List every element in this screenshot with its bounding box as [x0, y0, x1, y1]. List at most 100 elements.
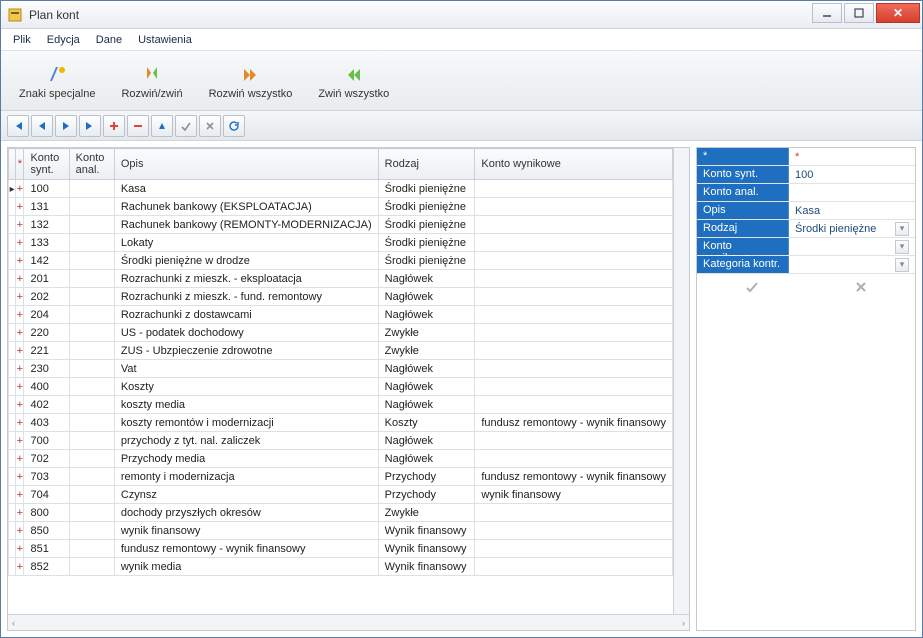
cell-konto-anal — [69, 558, 114, 576]
expand-icon[interactable]: + — [16, 270, 24, 288]
nav-add[interactable] — [103, 115, 125, 137]
prop-konto-wynikowe-value[interactable]: ▾ — [789, 238, 915, 255]
chevron-down-icon[interactable]: ▾ — [895, 240, 909, 254]
maximize-button[interactable] — [844, 3, 874, 23]
chevron-down-icon[interactable]: ▾ — [895, 258, 909, 272]
row-indicator: ▸ — [9, 180, 16, 198]
expand-icon[interactable]: + — [16, 252, 24, 270]
expand-icon[interactable]: + — [16, 522, 24, 540]
expand-icon[interactable]: + — [16, 378, 24, 396]
cell-konto-synt: 230 — [24, 360, 69, 378]
table-row[interactable]: +400KosztyNagłówek — [9, 378, 673, 396]
chevron-down-icon[interactable]: ▾ — [895, 222, 909, 236]
expand-icon[interactable]: + — [16, 504, 24, 522]
tool-collapse-all[interactable]: Zwiń wszystko — [310, 58, 397, 104]
nav-cancel[interactable] — [199, 115, 221, 137]
header-indicator[interactable] — [9, 149, 16, 180]
cell-rodzaj: Środki pieniężne — [378, 216, 475, 234]
tool-expand-collapse[interactable]: Rozwiń/zwiń — [113, 58, 190, 104]
expand-icon[interactable]: + — [16, 432, 24, 450]
table-row[interactable]: +703remonty i modernizacjaPrzychodyfundu… — [9, 468, 673, 486]
nav-last[interactable] — [79, 115, 101, 137]
table-row[interactable]: +142Środki pieniężne w drodzeŚrodki pien… — [9, 252, 673, 270]
expand-icon[interactable]: + — [16, 198, 24, 216]
table-row[interactable]: +851fundusz remontowy - wynik finansowyW… — [9, 540, 673, 558]
expand-icon[interactable]: + — [16, 234, 24, 252]
menu-ustawienia[interactable]: Ustawienia — [132, 32, 198, 48]
expand-icon[interactable]: + — [16, 414, 24, 432]
menu-dane[interactable]: Dane — [90, 32, 128, 48]
nav-edit[interactable] — [151, 115, 173, 137]
table-row[interactable]: +202Rozrachunki z mieszk. - fund. remont… — [9, 288, 673, 306]
table-row[interactable]: +800dochody przyszłych okresówZwykłe — [9, 504, 673, 522]
header-opis[interactable]: Opis — [114, 149, 378, 180]
expand-icon[interactable]: + — [16, 558, 24, 576]
expand-icon[interactable]: + — [16, 324, 24, 342]
cell-konto-wynikowe — [475, 288, 673, 306]
prop-opis-value[interactable]: Kasa — [789, 202, 915, 219]
menu-plik[interactable]: Plik — [7, 32, 37, 48]
table-row[interactable]: +230VatNagłówek — [9, 360, 673, 378]
cell-konto-anal — [69, 468, 114, 486]
expand-icon[interactable]: + — [16, 180, 24, 198]
nav-refresh[interactable] — [223, 115, 245, 137]
horizontal-scrollbar[interactable]: ‹› — [8, 614, 689, 630]
table-row[interactable]: +201Rozrachunki z mieszk. - eksploatacja… — [9, 270, 673, 288]
expand-icon[interactable]: + — [16, 540, 24, 558]
header-konto-anal[interactable]: Konto anal. — [69, 149, 114, 180]
table-row[interactable]: +702Przychody mediaNagłówek — [9, 450, 673, 468]
table-row[interactable]: +850wynik finansowyWynik finansowy — [9, 522, 673, 540]
cell-rodzaj: Nagłówek — [378, 378, 475, 396]
nav-post[interactable] — [175, 115, 197, 137]
expand-icon[interactable]: + — [16, 450, 24, 468]
cell-konto-wynikowe — [475, 252, 673, 270]
table-row[interactable]: +403koszty remontów i modernizacjiKoszty… — [9, 414, 673, 432]
side-cancel-icon[interactable] — [854, 280, 868, 297]
nav-delete[interactable] — [127, 115, 149, 137]
row-indicator — [9, 252, 16, 270]
cell-konto-wynikowe — [475, 180, 673, 198]
table-row[interactable]: +704CzynszPrzychodywynik finansowy — [9, 486, 673, 504]
table-row[interactable]: +132Rachunek bankowy (REMONTY-MODERNIZAC… — [9, 216, 673, 234]
header-rodzaj[interactable]: Rodzaj — [378, 149, 475, 180]
accounts-grid[interactable]: * Konto synt. Konto anal. Opis Rodzaj Ko… — [8, 148, 673, 614]
table-row[interactable]: +133LokatyŚrodki pieniężne — [9, 234, 673, 252]
cell-opis: dochody przyszłych okresów — [114, 504, 378, 522]
header-konto-synt[interactable]: Konto synt. — [24, 149, 69, 180]
table-row[interactable]: +221ZUS - Ubzpieczenie zdrowotneZwykłe — [9, 342, 673, 360]
expand-icon[interactable]: + — [16, 396, 24, 414]
expand-icon[interactable]: + — [16, 468, 24, 486]
table-row[interactable]: ▸+100KasaŚrodki pieniężne — [9, 180, 673, 198]
table-row[interactable]: +402koszty mediaNagłówek — [9, 396, 673, 414]
expand-icon[interactable]: + — [16, 216, 24, 234]
titlebar[interactable]: Plan kont ✕ — [1, 1, 922, 29]
table-row[interactable]: +204Rozrachunki z dostawcamiNagłówek — [9, 306, 673, 324]
vertical-scrollbar[interactable] — [673, 148, 689, 614]
tool-expand-all[interactable]: Rozwiń wszystko — [201, 58, 301, 104]
side-apply-icon[interactable] — [745, 280, 759, 297]
menu-edycja[interactable]: Edycja — [41, 32, 86, 48]
nav-toolbar — [1, 111, 922, 141]
nav-next[interactable] — [55, 115, 77, 137]
prop-konto-anal-value[interactable] — [789, 184, 915, 201]
minimize-button[interactable] — [812, 3, 842, 23]
table-row[interactable]: +852wynik mediaWynik finansowy — [9, 558, 673, 576]
expand-icon[interactable]: + — [16, 360, 24, 378]
close-button[interactable]: ✕ — [876, 3, 920, 23]
prop-rodzaj-value[interactable]: Środki pieniężne▾ — [789, 220, 915, 237]
tool-special-chars[interactable]: Znaki specjalne — [11, 58, 103, 104]
expand-icon[interactable]: + — [16, 486, 24, 504]
prop-konto-synt-value[interactable]: 100 — [789, 166, 915, 183]
header-konto-wynikowe[interactable]: Konto wynikowe — [475, 149, 673, 180]
table-row[interactable]: +700przychody z tyt. nal. zaliczekNagłów… — [9, 432, 673, 450]
window-title: Plan kont — [29, 8, 812, 22]
table-row[interactable]: +220US - podatek dochodowyZwykłe — [9, 324, 673, 342]
table-row[interactable]: +131Rachunek bankowy (EKSPLOATACJA)Środk… — [9, 198, 673, 216]
expand-icon[interactable]: + — [16, 342, 24, 360]
nav-prev[interactable] — [31, 115, 53, 137]
expand-icon[interactable]: + — [16, 288, 24, 306]
prop-kategoria-value[interactable]: ▾ — [789, 256, 915, 273]
expand-icon[interactable]: + — [16, 306, 24, 324]
nav-first[interactable] — [7, 115, 29, 137]
header-expand[interactable]: * — [16, 149, 24, 180]
